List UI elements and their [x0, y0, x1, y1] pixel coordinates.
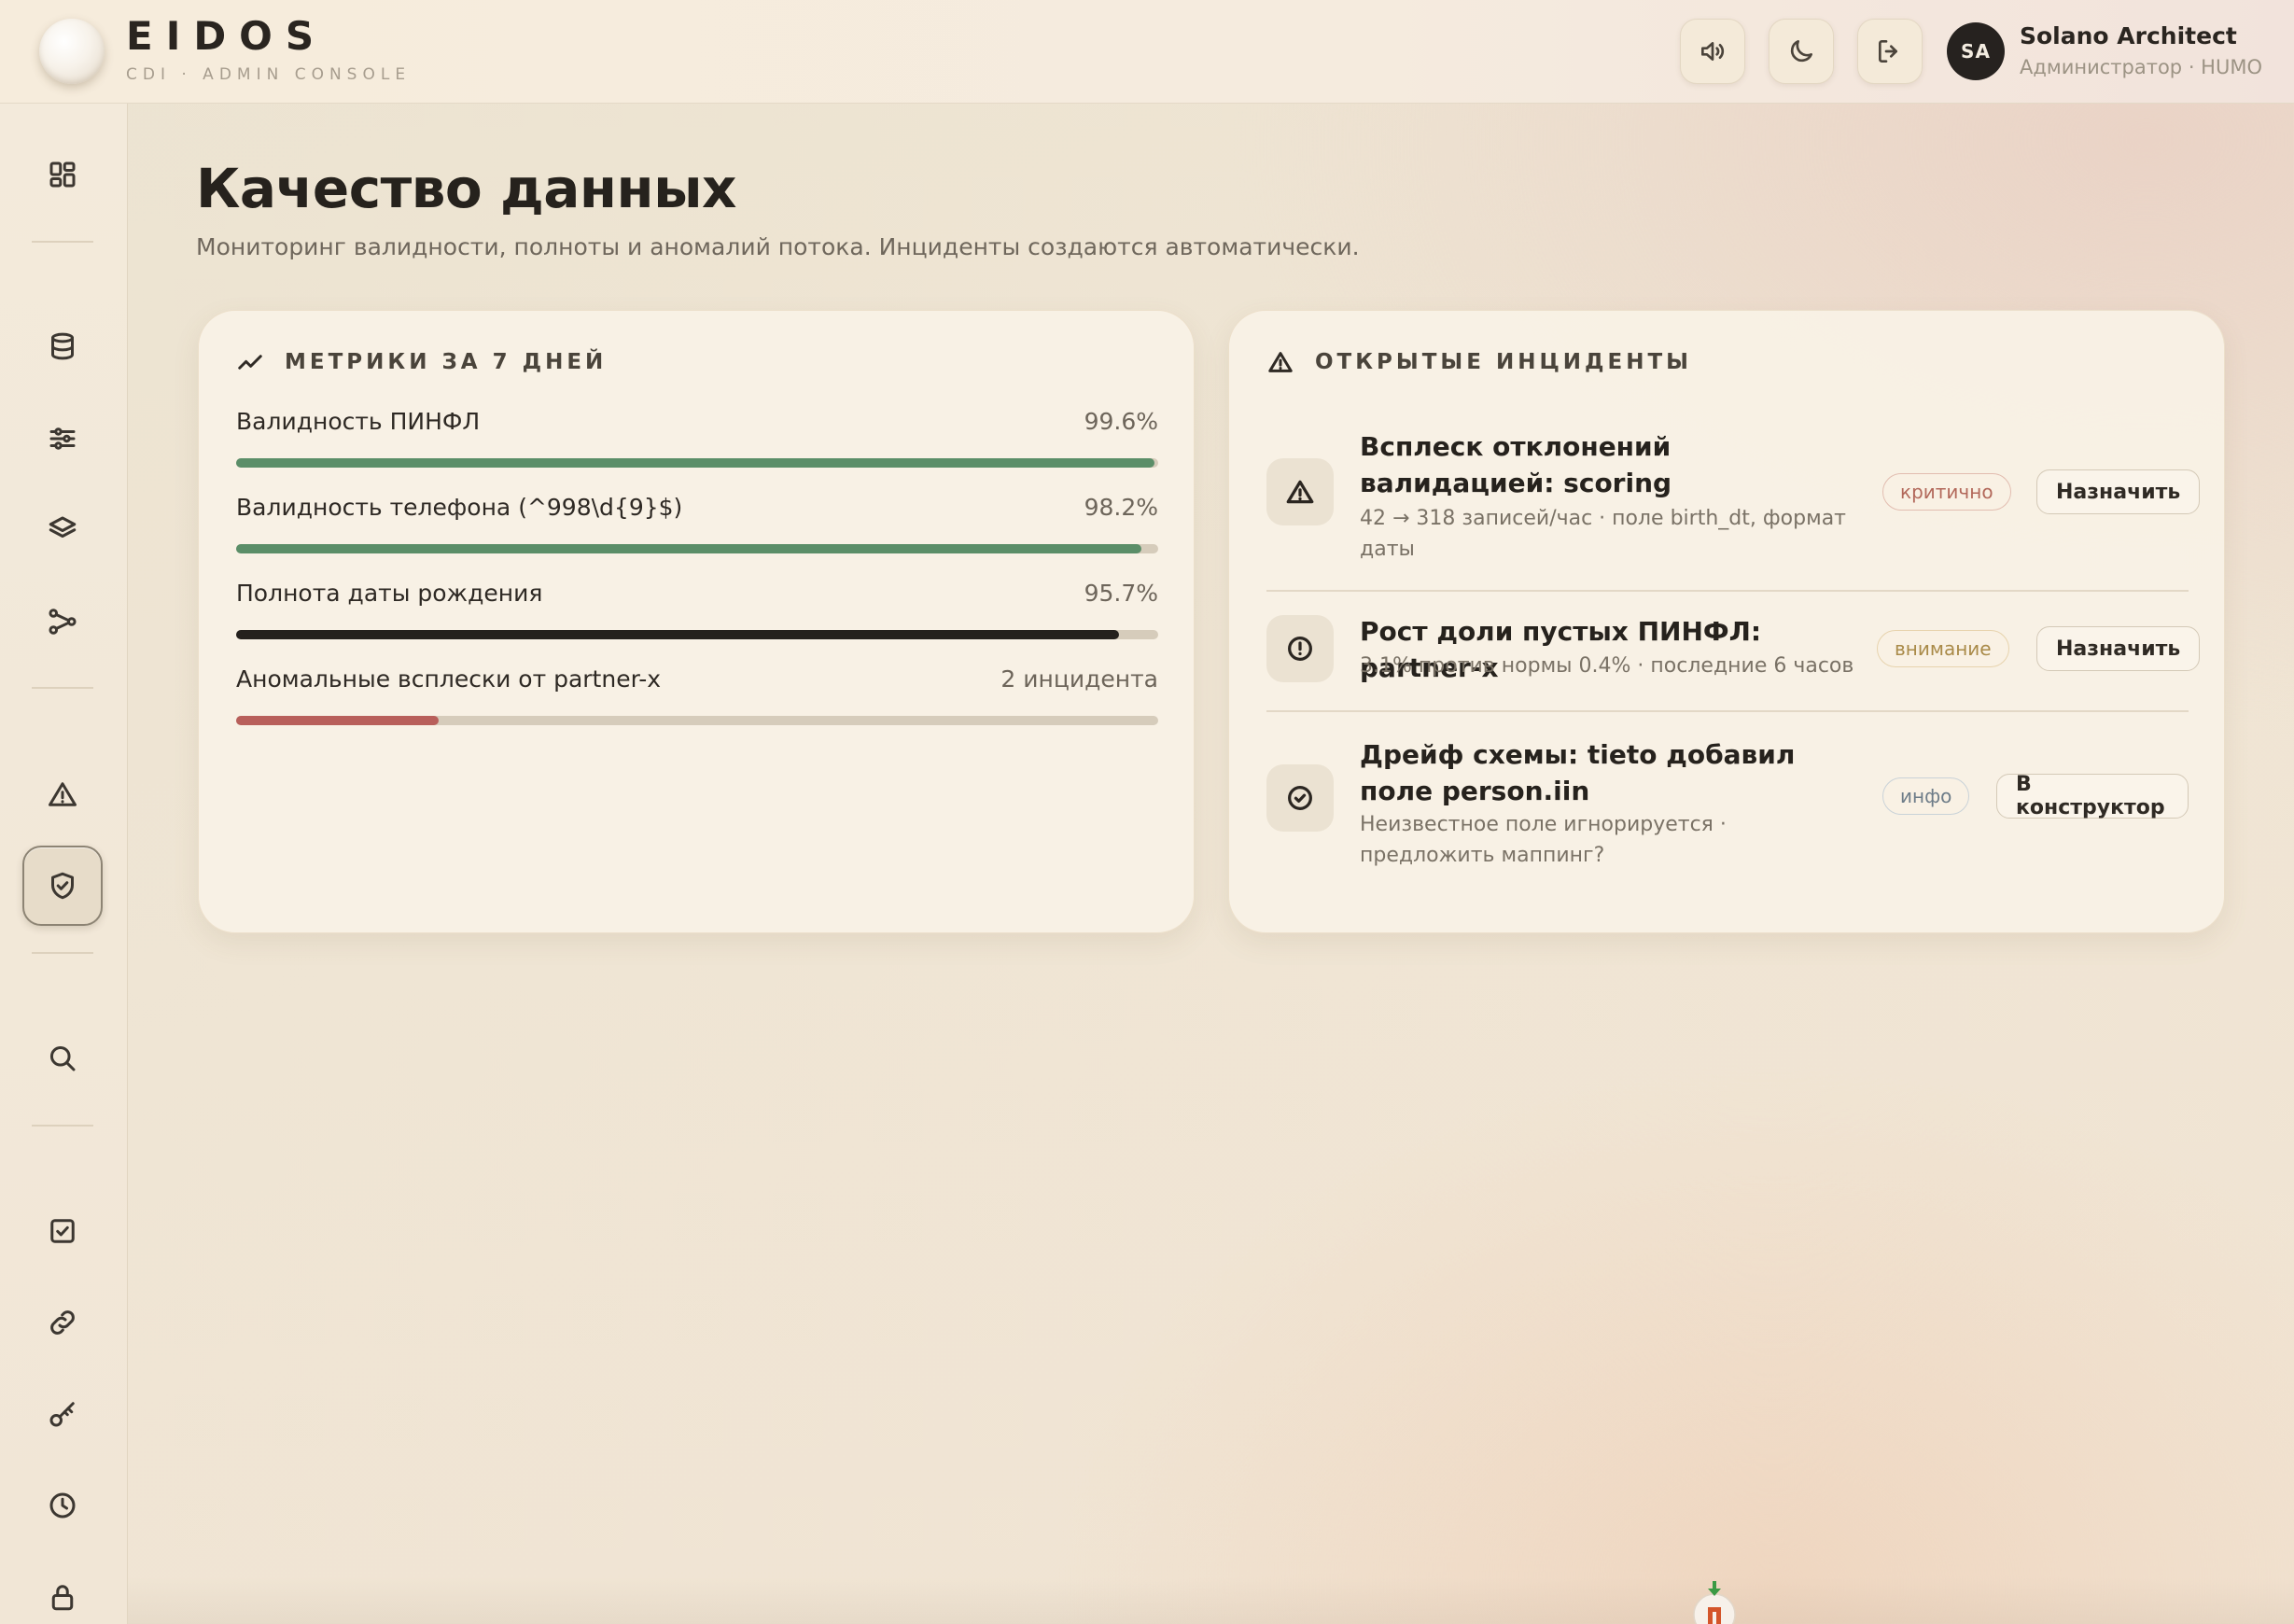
- top-bar: EIDOS CDI · ADMIN CONSOLE SA Solano Arch…: [0, 0, 2294, 104]
- metric-value: 95.7%: [1084, 580, 1158, 607]
- warning-triangle-icon: [1286, 480, 1314, 504]
- user-name: Solano Architect: [2020, 22, 2237, 49]
- incident-icon: [1266, 764, 1334, 832]
- sidebar-divider: [32, 241, 93, 243]
- layers-icon: [49, 516, 77, 538]
- sidebar-item-dashboard[interactable]: [22, 134, 103, 215]
- metric-value: 98.2%: [1084, 494, 1158, 521]
- sidebar-item-data-sources[interactable]: [22, 306, 103, 386]
- link-icon: [50, 1310, 75, 1335]
- open-builder-button[interactable]: В конструктор: [1996, 773, 2189, 819]
- incident-detail: 42 → 318 записей/час · поле birth_dt, фо…: [1360, 507, 1846, 561]
- sidebar-item-tasks[interactable]: [22, 1191, 103, 1271]
- theme-toggle-button[interactable]: [1769, 19, 1834, 84]
- metric-value: 99.6%: [1084, 408, 1158, 435]
- metric-label: Полнота даты рождения: [236, 580, 543, 607]
- metric-bar-track: [236, 630, 1158, 639]
- assign-button[interactable]: Назначить: [2036, 469, 2201, 514]
- incident-detail: Неизвестное поле игнорируется · предложи…: [1360, 813, 1727, 867]
- shield-check-icon: [51, 872, 74, 900]
- sidebar-item-security[interactable]: [22, 1557, 103, 1624]
- check-circle-icon: [1288, 786, 1312, 810]
- sidebar-item-data-quality[interactable]: [22, 846, 103, 926]
- metric-bar-fill: [236, 458, 1155, 468]
- sidebar-item-links[interactable]: [22, 1282, 103, 1363]
- database-icon: [51, 332, 74, 360]
- trend-icon: [238, 355, 262, 370]
- user-role: Администратор · HUMO: [2020, 56, 2262, 78]
- sidebar-item-alerts[interactable]: [22, 754, 103, 834]
- clock-icon: [49, 1492, 76, 1519]
- flow-icon: [49, 609, 77, 635]
- incidents-card-header: ОТКРЫТЫЕ ИНЦИДЕНТЫ: [1266, 348, 1692, 376]
- sidebar-divider: [32, 687, 93, 689]
- metric-bar-track: [236, 544, 1158, 553]
- logout-button[interactable]: [1857, 19, 1923, 84]
- sidebar-item-keys[interactable]: [22, 1374, 103, 1454]
- speaker-icon: [1701, 42, 1725, 61]
- page-title: Качество данных: [196, 157, 736, 220]
- metrics-card: МЕТРИКИ ЗА 7 ДНЕЙ Валидность ПИНФЛ 99.6%…: [198, 310, 1195, 933]
- sidebar-divider: [32, 952, 93, 954]
- sidebar-divider: [32, 1125, 93, 1127]
- sliders-icon: [49, 427, 76, 450]
- clock-alert-icon: [1288, 637, 1312, 661]
- warning-icon: [1268, 352, 1293, 372]
- dashboard-icon: [49, 161, 76, 188]
- incident-separator: [1266, 590, 2189, 592]
- incident-item: Рост доли пустых ПИНФЛ: partner-x 3.1% п…: [1266, 615, 2201, 712]
- incident-item: Всплеск отклонений валидацией: scoring 4…: [1266, 428, 2201, 561]
- dock-shadow: [128, 1577, 2294, 1624]
- metric-label: Валидность телефона (^998\d{9}$): [236, 494, 683, 521]
- page-subtitle: Мониторинг валидности, полноты и аномали…: [196, 233, 1360, 260]
- checkbox-icon: [50, 1219, 75, 1243]
- sidebar-item-search[interactable]: [22, 1018, 103, 1099]
- incident-title: Всплеск отклонений валидацией: scoring: [1360, 431, 1672, 498]
- incident-item: Дрейф схемы: tieto добавил поле person.i…: [1266, 736, 2189, 867]
- metrics-card-header: МЕТРИКИ ЗА 7 ДНЕЙ: [236, 348, 607, 376]
- severity-badge: инфо: [1882, 777, 1970, 815]
- incident-separator: [1266, 710, 2189, 712]
- key-icon: [49, 1402, 75, 1427]
- severity-badge: критично: [1882, 473, 2011, 511]
- severity-badge: внимание: [1877, 630, 2009, 667]
- dock-app-icon[interactable]: [1689, 1579, 1740, 1624]
- logout-icon: [1879, 40, 1897, 63]
- alert-icon: [49, 782, 77, 806]
- incident-title: Дрейф схемы: tieto добавил поле person.i…: [1360, 739, 1796, 806]
- metric-label: Валидность ПИНФЛ: [236, 408, 481, 435]
- sound-button[interactable]: [1680, 19, 1745, 84]
- metric-label: Аномальные всплески от partner-x: [236, 665, 662, 693]
- incident-icon: [1266, 615, 1334, 682]
- metrics-card-title: МЕТРИКИ ЗА 7 ДНЕЙ: [285, 350, 608, 374]
- incidents-card-title: ОТКРЫТЫЕ ИНЦИДЕНТЫ: [1315, 350, 1693, 374]
- logo-orb[interactable]: [39, 19, 105, 84]
- brand-name: EIDOS: [126, 13, 328, 59]
- metric-bar-track: [236, 716, 1158, 725]
- lock-icon: [51, 1585, 74, 1611]
- brand-subtitle: CDI · ADMIN CONSOLE: [126, 65, 412, 84]
- sidebar-item-pipelines[interactable]: [22, 581, 103, 662]
- incident-detail: 3.1% против нормы 0.4% · последние 6 час…: [1360, 654, 1854, 678]
- incidents-card: ОТКРЫТЫЕ ИНЦИДЕНТЫ Всплеск отклонений ва…: [1228, 310, 2225, 933]
- sidebar: [0, 104, 128, 1624]
- metric-bar-fill: [236, 544, 1142, 553]
- sidebar-item-settings[interactable]: [22, 399, 103, 479]
- metric-value: 2 инцидента: [1000, 665, 1158, 693]
- metric-bar-track: [236, 458, 1158, 468]
- search-icon: [49, 1045, 76, 1071]
- assign-button[interactable]: Назначить: [2036, 626, 2201, 671]
- metric-bar-fill: [236, 716, 440, 725]
- sidebar-item-layers[interactable]: [22, 489, 103, 569]
- avatar[interactable]: SA: [1947, 22, 2005, 80]
- metric-bar-fill: [236, 630, 1119, 639]
- incident-icon: [1266, 458, 1334, 525]
- moon-icon: [1790, 40, 1812, 63]
- sidebar-item-history[interactable]: [22, 1465, 103, 1546]
